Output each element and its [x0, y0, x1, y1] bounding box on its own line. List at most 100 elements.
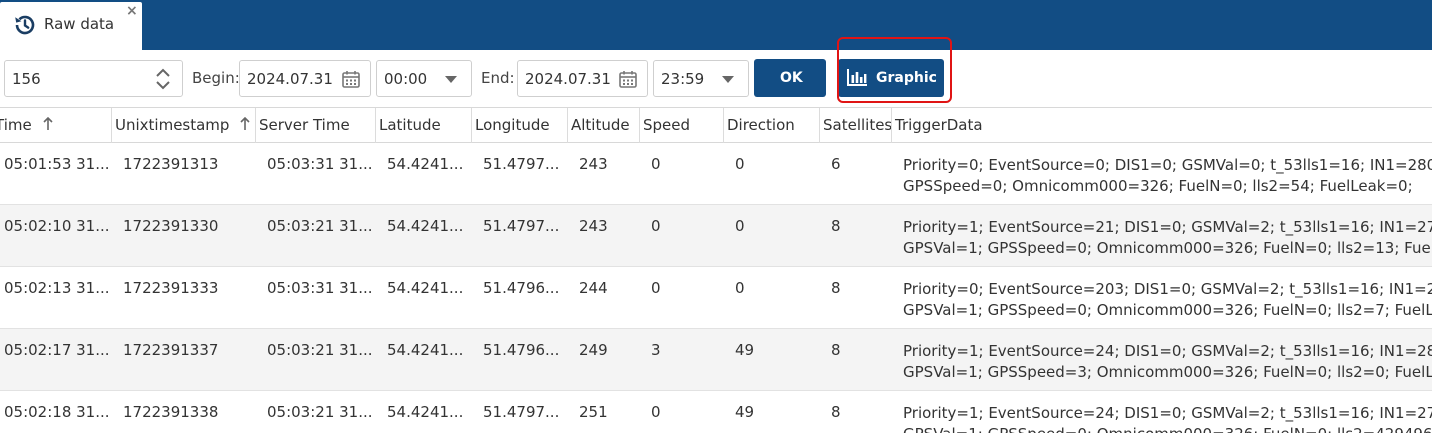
begin-date-field[interactable]: 2024.07.31 [239, 60, 371, 97]
close-icon[interactable]: × [126, 4, 138, 18]
cell-altitude: 251 [579, 403, 608, 421]
end-date-field[interactable]: 2024.07.31 [517, 60, 648, 97]
triggerdata-line: GPSSpeed=0; Omnicomm000=326; FuelN=0; ll… [903, 177, 1413, 195]
cell-time: 05:02:17 31... [4, 341, 110, 359]
column-header-speed[interactable]: Speed [639, 108, 723, 143]
sort-asc-icon[interactable] [42, 117, 53, 131]
column-header-unixtimestamp[interactable]: Unixtimestamp [111, 108, 255, 143]
cell-longitude: 51.4796... [483, 279, 560, 297]
table-row[interactable]: 05:02:18 31... 1722391338 05:03:21 31...… [0, 391, 1432, 433]
column-header-longitude[interactable]: Longitude [471, 108, 567, 143]
column-header-direction[interactable]: Direction [723, 108, 819, 143]
cell-time: 05:02:13 31... [4, 279, 110, 297]
triggerdata-line: Priority=1; EventSource=24; DIS1=0; GSMV… [903, 342, 1432, 360]
sort-asc-icon[interactable] [240, 117, 250, 131]
cell-triggerdata: Priority=1; EventSource=24; DIS1=0; GSMV… [903, 403, 1432, 433]
cell-server-time: 05:03:21 31... [267, 403, 373, 421]
history-icon [15, 15, 35, 35]
cell-time: 05:02:10 31... [4, 217, 110, 235]
cell-unixtimestamp: 1722391338 [123, 403, 219, 421]
end-time-value: 23:59 [661, 70, 705, 88]
cell-altitude: 244 [579, 279, 608, 297]
triggerdata-line: GPSVal=1; GPSSpeed=0; Omnicomm000=326; F… [903, 424, 1432, 433]
cell-speed: 3 [651, 341, 661, 359]
cell-longitude: 51.4797... [483, 217, 560, 235]
cell-altitude: 243 [579, 155, 608, 173]
cell-server-time: 05:03:21 31... [267, 341, 373, 359]
raw-data-table: Time Unixtimestamp Server Time Latitude … [0, 108, 1432, 433]
triggerdata-line: GPSVal=1; GPSSpeed=0; Omnicomm000=326; F… [903, 301, 1432, 319]
chevron-down-icon[interactable] [445, 76, 457, 83]
ok-button-label: OK [780, 70, 803, 86]
ok-button[interactable]: OK [754, 59, 826, 97]
begin-label: Begin: [192, 69, 240, 87]
begin-time-select[interactable]: 00:00 [376, 60, 472, 97]
device-value: 156 [12, 70, 41, 88]
device-stepper[interactable]: 156 [4, 60, 183, 97]
begin-date-value: 2024.07.31 [247, 70, 333, 88]
cell-latitude: 54.4241... [387, 217, 464, 235]
cell-speed: 0 [651, 403, 661, 421]
toolbar: 156 Begin: 2024.07.31 00:00 End: 2024.07… [0, 50, 1432, 108]
column-header-triggerdata[interactable]: TriggerData [891, 108, 1432, 143]
column-header-latitude[interactable]: Latitude [375, 108, 471, 143]
spinner-arrows-icon[interactable] [156, 67, 170, 91]
cell-altitude: 249 [579, 341, 608, 359]
triggerdata-line: Priority=1; EventSource=21; DIS1=0; GSMV… [903, 218, 1432, 236]
end-time-select[interactable]: 23:59 [653, 60, 749, 97]
calendar-icon[interactable] [342, 70, 360, 88]
highlight-box [837, 37, 952, 103]
cell-unixtimestamp: 1722391313 [123, 155, 219, 173]
tab-label: Raw data [44, 15, 115, 33]
end-date-value: 2024.07.31 [525, 70, 611, 88]
cell-time: 05:01:53 31... [4, 155, 110, 173]
cell-latitude: 54.4241... [387, 403, 464, 421]
cell-direction: 0 [735, 217, 745, 235]
cell-speed: 0 [651, 217, 661, 235]
cell-speed: 0 [651, 279, 661, 297]
triggerdata-line: Priority=0; EventSource=0; DIS1=0; GSMVa… [903, 156, 1432, 174]
table-row[interactable]: 05:02:17 31... 1722391337 05:03:21 31...… [0, 329, 1432, 391]
cell-satellites: 8 [831, 217, 841, 235]
cell-longitude: 51.4796... [483, 341, 560, 359]
cell-direction: 49 [735, 341, 755, 359]
cell-latitude: 54.4241... [387, 155, 464, 173]
table-row[interactable]: 05:02:10 31... 1722391330 05:03:21 31...… [0, 205, 1432, 267]
cell-triggerdata: Priority=1; EventSource=21; DIS1=0; GSMV… [903, 217, 1432, 259]
cell-triggerdata: Priority=1; EventSource=24; DIS1=0; GSMV… [903, 341, 1432, 383]
cell-server-time: 05:03:21 31... [267, 217, 373, 235]
calendar-icon[interactable] [619, 70, 637, 88]
cell-latitude: 54.4241... [387, 341, 464, 359]
cell-server-time: 05:03:31 31... [267, 155, 373, 173]
cell-longitude: 51.4797... [483, 155, 560, 173]
triggerdata-line: GPSVal=1; GPSSpeed=0; Omnicomm000=326; F… [903, 239, 1432, 257]
table-row[interactable]: 05:02:13 31... 1722391333 05:03:31 31...… [0, 267, 1432, 329]
column-header-satellites[interactable]: Satellites [819, 108, 891, 143]
tab-raw-data[interactable]: Raw data × [0, 2, 142, 50]
cell-triggerdata: Priority=0; EventSource=0; DIS1=0; GSMVa… [903, 155, 1432, 197]
cell-satellites: 8 [831, 341, 841, 359]
column-header-server-time[interactable]: Server Time [255, 108, 375, 143]
cell-direction: 0 [735, 279, 745, 297]
cell-latitude: 54.4241... [387, 279, 464, 297]
cell-satellites: 8 [831, 279, 841, 297]
cell-unixtimestamp: 1722391337 [123, 341, 219, 359]
cell-longitude: 51.4797... [483, 403, 560, 421]
cell-satellites: 6 [831, 155, 841, 173]
app-header: Raw data × [0, 0, 1432, 50]
cell-time: 05:02:18 31... [4, 403, 110, 421]
cell-satellites: 8 [831, 403, 841, 421]
cell-direction: 49 [735, 403, 755, 421]
end-label: End: [481, 69, 515, 87]
triggerdata-line: Priority=0; EventSource=203; DIS1=0; GSM… [903, 280, 1432, 298]
cell-triggerdata: Priority=0; EventSource=203; DIS1=0; GSM… [903, 279, 1432, 321]
cell-server-time: 05:03:31 31... [267, 279, 373, 297]
column-header-altitude[interactable]: Altitude [567, 108, 639, 143]
cell-unixtimestamp: 1722391333 [123, 279, 219, 297]
table-header: Time Unixtimestamp Server Time Latitude … [0, 108, 1432, 143]
table-row[interactable]: 05:01:53 31... 1722391313 05:03:31 31...… [0, 143, 1432, 205]
chevron-down-icon[interactable] [722, 76, 734, 83]
column-header-time[interactable]: Time [0, 108, 111, 143]
cell-speed: 0 [651, 155, 661, 173]
cell-direction: 0 [735, 155, 745, 173]
